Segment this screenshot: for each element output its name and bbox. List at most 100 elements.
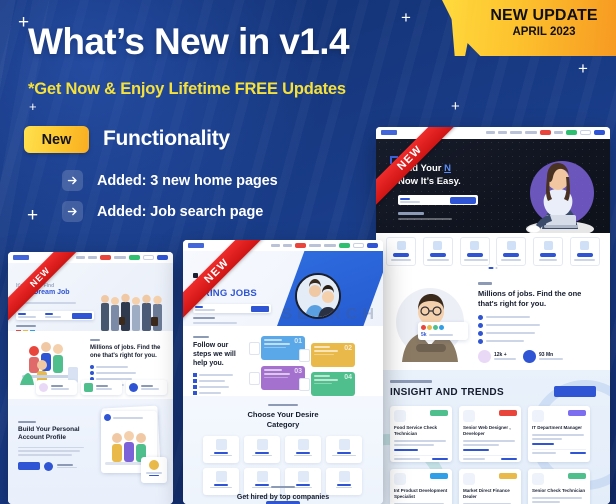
- stat-card: [36, 380, 77, 395]
- about-title: Millions of jobs. Find the one that's ri…: [90, 345, 161, 360]
- job-card[interactable]: Food Service Check Technician: [390, 406, 452, 462]
- hero-title-line1: Find Your N: [398, 163, 461, 176]
- category-icon: [543, 241, 553, 250]
- promo-banner: + + + + + + What’s New in v1.4 *Get Now …: [0, 0, 616, 504]
- hero-title: HIRING JOBS: [193, 288, 257, 299]
- post-job-button[interactable]: [594, 130, 605, 135]
- category-count-badge: [540, 253, 557, 257]
- job-card-grid: Food Service Check Technician Senior Web…: [390, 406, 596, 504]
- hero-search-bar[interactable]: [16, 311, 94, 320]
- category-tile[interactable]: [326, 468, 362, 495]
- login-button[interactable]: [353, 243, 364, 248]
- category-tile[interactable]: [569, 237, 600, 266]
- step-card[interactable]: 04: [311, 372, 355, 396]
- hero-search-button[interactable]: [450, 196, 476, 204]
- job-card[interactable]: IT Department Manager: [528, 406, 590, 462]
- category-tile[interactable]: [496, 237, 527, 266]
- footer-title: Get hired by top companies: [236, 494, 330, 501]
- plus-decoration: +: [578, 59, 588, 78]
- steps-bullet: [193, 391, 247, 396]
- site-logo: [188, 243, 204, 248]
- hero-people-image: [99, 283, 169, 335]
- flag-text-group: NEW UPDATE APRIL 2023: [482, 7, 606, 38]
- site-topbar: [8, 252, 173, 263]
- steps-title: Follow our steps we will help you.: [193, 342, 236, 368]
- hero-footnote-title: [398, 212, 424, 215]
- hero-search-button[interactable]: [251, 305, 269, 312]
- job-card[interactable]: Int Product Development Specialist: [390, 469, 452, 504]
- profile-title: Build Your Personal Account Profile: [18, 426, 80, 442]
- hero-search-bar[interactable]: [193, 304, 271, 313]
- arrow-right-icon: [62, 170, 83, 191]
- category-label: [426, 259, 449, 261]
- site-logo: [13, 255, 29, 260]
- job-tag: [430, 410, 448, 416]
- insight-title: INSIGHT AND TRENDS: [390, 387, 504, 398]
- category-tile[interactable]: [244, 468, 280, 495]
- nav-badge-new: [339, 243, 350, 248]
- new-badge: New: [24, 126, 89, 153]
- job-link[interactable]: [394, 448, 418, 451]
- categories-eyebrow: [268, 404, 298, 406]
- category-icon: [580, 241, 590, 250]
- screenshot-mockup-middle[interactable]: SEARCH We are HIRING JOBS: [183, 240, 383, 504]
- company-logo: [394, 473, 406, 485]
- job-link[interactable]: [463, 448, 489, 451]
- post-job-button[interactable]: [367, 243, 378, 248]
- step-number: 01: [294, 338, 302, 345]
- search-field-location[interactable]: [45, 313, 70, 318]
- company-logo: [532, 473, 544, 485]
- stat-card-row: [36, 380, 167, 395]
- profile-text-group: Build Your Personal Account Profile: [18, 421, 88, 471]
- screenshot-mockup-left[interactable]: It's Easy to Find Your Dream Job Million…: [8, 252, 173, 504]
- carousel-dots[interactable]: [488, 267, 498, 269]
- hero-search-bar[interactable]: [398, 195, 478, 205]
- screenshot-mockup-right[interactable]: Find Your N Now It’s Easy. 5k Millions o…: [376, 127, 610, 504]
- job-card[interactable]: Senior Web Designer , Developer: [459, 406, 521, 462]
- nav-item: [324, 244, 336, 247]
- steps-bullet: [193, 379, 247, 384]
- job-card[interactable]: Senior Check Technician: [528, 469, 590, 504]
- hero-search-button[interactable]: [72, 312, 92, 319]
- about-section: Millions of jobs. Find the one that's ri…: [8, 331, 173, 399]
- category-tile[interactable]: [386, 237, 416, 266]
- about-bullet: [90, 365, 167, 370]
- category-tile[interactable]: [285, 468, 321, 495]
- about-text-group: Millions of jobs. Find the one that's ri…: [478, 282, 600, 363]
- category-tile[interactable]: [459, 237, 490, 266]
- job-link[interactable]: [532, 442, 554, 445]
- category-tile[interactable]: [203, 468, 239, 495]
- job-title: Senior Check Technician: [532, 488, 586, 493]
- category-label: [501, 259, 522, 261]
- login-button[interactable]: [143, 255, 154, 260]
- about-bullet: [478, 338, 600, 344]
- hero-section: Find Your N Now It’s Easy.: [376, 139, 610, 233]
- search-field-keyword[interactable]: [18, 313, 43, 318]
- category-tile[interactable]: [533, 237, 564, 266]
- category-tile[interactable]: [285, 436, 321, 463]
- category-count-badge: [466, 253, 483, 257]
- about-eyebrow: [90, 339, 100, 341]
- category-tile[interactable]: [422, 237, 453, 266]
- register-button[interactable]: [18, 462, 40, 471]
- category-label: [391, 259, 411, 261]
- login-button[interactable]: [580, 130, 591, 135]
- job-tag: [568, 473, 586, 479]
- post-job-button[interactable]: [157, 255, 168, 260]
- company-logo: [463, 473, 475, 485]
- search-field[interactable]: [195, 306, 215, 311]
- category-tile[interactable]: [326, 436, 362, 463]
- hero-text-group: It's Easy to Find Your Dream Job: [16, 283, 86, 304]
- hero-text-group: We are HIRING JOBS: [193, 273, 271, 299]
- category-tile[interactable]: [203, 436, 239, 463]
- about-bullet: [478, 314, 600, 320]
- category-tile[interactable]: [244, 436, 280, 463]
- step-card[interactable]: 02: [311, 343, 355, 367]
- browse-all-jobs-button[interactable]: [554, 386, 596, 397]
- hero-subtext: [16, 301, 76, 304]
- job-card[interactable]: Market Direct Finance Dealer: [459, 469, 521, 504]
- category-icon-row: [376, 233, 610, 270]
- about-person-image: [390, 276, 472, 364]
- hero-person-image: [516, 149, 598, 233]
- nav-badge-hot: [295, 243, 306, 248]
